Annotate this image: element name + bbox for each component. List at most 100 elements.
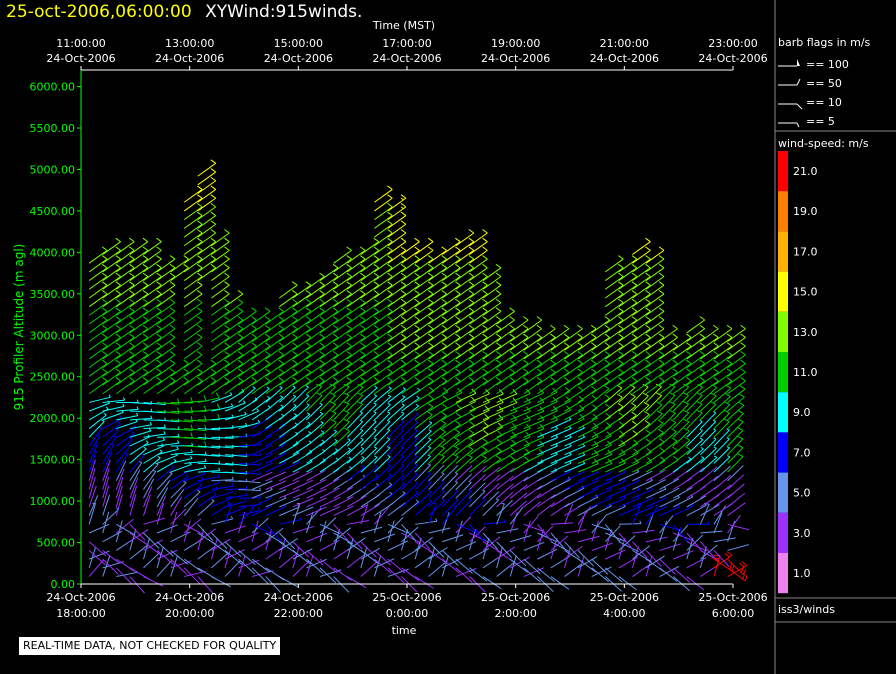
barb-full-flag <box>292 368 298 373</box>
barb-full-flag <box>210 176 217 182</box>
barb-full-flag <box>427 255 434 260</box>
barb-full-flag <box>631 368 638 373</box>
barb-full-flag <box>550 368 556 373</box>
barb-staff <box>455 558 473 574</box>
barb-full-flag <box>196 220 203 225</box>
wind-barb <box>224 400 246 412</box>
barb-full-flag <box>156 368 162 373</box>
barb-full-flag <box>631 411 637 416</box>
barb-staff <box>428 456 445 473</box>
barb-full-flag <box>237 368 244 373</box>
barb-staff <box>346 439 364 456</box>
barb-staff <box>333 430 351 447</box>
barb-full-flag <box>536 359 543 364</box>
wind-barb <box>89 394 111 403</box>
barb-staff <box>550 522 573 525</box>
barb-full-flag <box>726 350 733 356</box>
barb-full-flag <box>224 298 230 304</box>
barb-full-flag <box>455 307 461 312</box>
barb-full-flag <box>699 359 706 364</box>
barb-full-flag <box>400 272 407 277</box>
barb-staff <box>170 531 191 543</box>
barb-full-flag <box>631 333 638 338</box>
wind-barb <box>686 576 705 591</box>
barb-full-flag <box>737 453 744 457</box>
wind-barb <box>482 414 504 430</box>
barb-half-flag <box>373 419 377 422</box>
barb-full-flag <box>455 272 461 277</box>
barb-full-flag <box>387 350 393 356</box>
barb-half-flag <box>387 446 391 449</box>
barb-staff <box>183 520 191 542</box>
barb-full-flag <box>645 263 651 269</box>
wind-barb <box>401 403 419 421</box>
color-scale-label: 7.0 <box>793 446 811 459</box>
barb-full-flag <box>536 377 543 382</box>
barb-full-flag <box>645 324 651 330</box>
wind-barb <box>306 448 326 464</box>
barb-half-flag <box>713 437 717 440</box>
barb-staff <box>537 523 552 542</box>
barb-full-flag <box>713 377 719 382</box>
barb-full-flag <box>129 377 135 382</box>
barb-staff <box>88 550 110 560</box>
barb-half-flag <box>401 481 405 485</box>
barb-full-flag <box>452 453 459 458</box>
barb-half-flag <box>373 437 377 440</box>
wind-barb <box>333 466 353 482</box>
barb-half-flag <box>400 420 404 423</box>
barb-full-flag <box>387 359 393 364</box>
wind-barb <box>401 523 417 542</box>
barb-full-flag <box>631 307 638 312</box>
barb-full-flag <box>196 272 203 277</box>
wind-barb <box>428 480 445 499</box>
barb-full-flag <box>455 377 461 382</box>
barb-full-flag <box>115 359 121 364</box>
barb-full-flag <box>631 290 638 295</box>
plot-area <box>88 159 750 594</box>
barb-full-flag <box>454 428 460 433</box>
barb-full-flag <box>387 263 393 269</box>
barb-half-flag <box>387 455 391 458</box>
wind-barb <box>483 519 506 525</box>
barb-full-flag <box>455 281 461 286</box>
barb-full-flag <box>536 342 543 347</box>
barb-half-flag <box>347 447 351 450</box>
barb-full-flag <box>482 255 488 260</box>
barb-full-flag <box>536 316 543 321</box>
barb-staff <box>360 526 383 534</box>
barb-full-flag <box>618 324 624 330</box>
barb-staff <box>251 520 259 542</box>
barb-half-flag <box>712 411 716 414</box>
wind-barb <box>686 409 703 429</box>
barb-full-flag <box>699 342 706 347</box>
barb-full-flag <box>251 307 257 312</box>
wind-barb <box>713 437 730 456</box>
barb-full-flag <box>645 290 651 295</box>
barb-full-flag <box>346 316 352 321</box>
barb-full-flag <box>618 272 624 277</box>
barb-full-flag <box>685 333 692 338</box>
barb-full-flag <box>210 229 217 234</box>
barb-full-flag <box>495 290 502 295</box>
barb-full-flag <box>346 377 352 382</box>
barb-full-flag <box>305 316 312 321</box>
barb-staff <box>238 532 259 543</box>
barb-half-flag <box>386 419 391 423</box>
bottom-tick-date: 24-Oct-2006 <box>264 591 333 604</box>
barb-full-flag <box>359 316 366 321</box>
barb-full-flag <box>373 263 380 269</box>
wind-barb <box>577 505 592 525</box>
barb-full-flag <box>264 342 271 347</box>
barb-full-flag <box>441 263 447 269</box>
barb-full-flag <box>482 246 488 251</box>
barb-full-flag <box>509 342 515 347</box>
wind-barb <box>700 541 716 559</box>
barb-full-flag <box>101 255 108 260</box>
barb-half-flag <box>402 491 406 494</box>
barb-half-flag <box>99 426 103 429</box>
barb-full-flag <box>251 368 257 373</box>
wind-profile <box>659 324 682 582</box>
barb-full-flag <box>319 377 325 382</box>
barb-staff <box>224 560 241 577</box>
